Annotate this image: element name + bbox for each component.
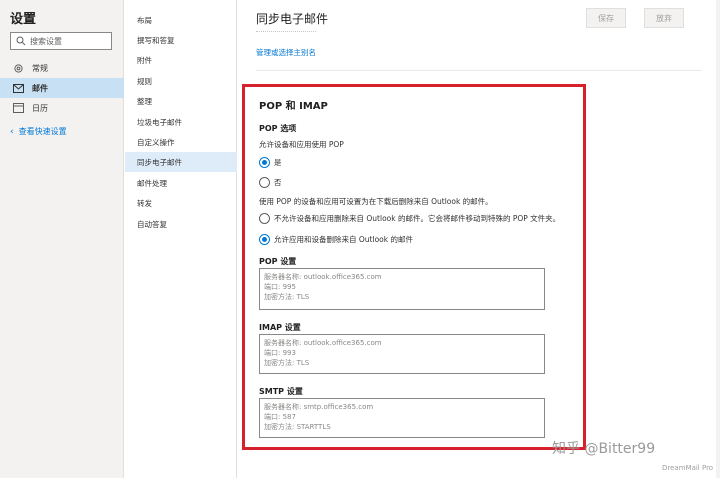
nav-item-sweep[interactable]: 整理	[125, 91, 237, 111]
allow-delete-radio[interactable]: 允许应用和设备删除来自 Outlook 的邮件	[259, 234, 413, 245]
pop-imap-heading: POP 和 IMAP	[259, 101, 328, 112]
brand-label: DreamMail Pro	[662, 464, 714, 472]
sidebar-item-general[interactable]: 常规	[0, 58, 124, 78]
clipped-content	[256, 30, 316, 32]
pop-yes-label: 是	[274, 158, 282, 167]
sidebar-item-label: 常规	[32, 63, 48, 73]
manage-alias-link[interactable]: 管理或选择主别名	[256, 47, 316, 58]
page-title: 同步电子邮件	[256, 12, 329, 26]
mail-settings-nav: 布局 撰写和答复 附件 规则 整理 垃圾电子邮件 自定义操作 同步电子邮件 邮件…	[125, 0, 237, 478]
pop-settings-box[interactable]: 服务器名称: outlook.office365.com 端口: 995 加密方…	[259, 268, 545, 310]
main-content: 同步电子邮件 保存 放弃 管理或选择主别名 POP 和 IMAP POP 选项 …	[238, 0, 720, 478]
quick-settings-label: 查看快速设置	[18, 127, 67, 136]
gear-icon	[12, 62, 24, 74]
section-divider	[256, 70, 702, 71]
nav-item-automatic-replies[interactable]: 自动答复	[125, 214, 237, 234]
imap-port: 端口: 993	[264, 349, 296, 357]
dont-allow-delete-radio[interactable]: 不允许设备和应用删除来自 Outlook 的邮件。它会将邮件移动到特殊的 POP…	[259, 213, 560, 224]
radio-selected-icon	[259, 157, 270, 168]
sidebar-item-calendar[interactable]: 日历	[0, 98, 124, 118]
save-button[interactable]: 保存	[586, 8, 626, 28]
smtp-settings-label: SMTP 设置	[259, 387, 303, 396]
nav-item-layout[interactable]: 布局	[125, 10, 237, 30]
nav-item-custom-actions[interactable]: 自定义操作	[125, 132, 237, 152]
radio-unselected-icon	[259, 177, 270, 188]
imap-server: 服务器名称: outlook.office365.com	[264, 339, 382, 347]
radio-unselected-icon	[259, 213, 270, 224]
discard-button[interactable]: 放弃	[644, 8, 684, 28]
pop-settings-label: POP 设置	[259, 257, 297, 266]
nav-item-junk-email[interactable]: 垃圾电子邮件	[125, 112, 237, 132]
smtp-encryption: 加密方法: STARTTLS	[264, 423, 331, 431]
pop-encryption: 加密方法: TLS	[264, 293, 310, 301]
sidebar-item-label: 邮件	[32, 83, 48, 93]
nav-item-rules[interactable]: 规则	[125, 71, 237, 91]
view-quick-settings-link[interactable]: ‹ 查看快速设置	[10, 126, 67, 137]
dont-allow-delete-label: 不允许设备和应用删除来自 Outlook 的邮件。它会将邮件移动到特殊的 POP…	[274, 214, 561, 223]
search-settings-input[interactable]: 搜索设置	[10, 32, 112, 50]
imap-encryption: 加密方法: TLS	[264, 359, 310, 367]
pop-delete-text: 使用 POP 的设备和应用可设置为在下载后删除来自 Outlook 的邮件。	[259, 197, 493, 206]
sidebar-item-mail[interactable]: 邮件	[0, 78, 124, 98]
mail-icon	[12, 82, 24, 94]
settings-left-pane: 设置 搜索设置 常规 邮件 日历 ‹ 查看快速设置	[0, 0, 124, 478]
smtp-port: 端口: 587	[264, 413, 296, 421]
pop-port: 端口: 995	[264, 283, 296, 291]
calendar-icon	[12, 102, 24, 114]
pop-server: 服务器名称: outlook.office365.com	[264, 273, 382, 281]
imap-settings-label: IMAP 设置	[259, 323, 301, 332]
smtp-settings-box[interactable]: 服务器名称: smtp.office365.com 端口: 587 加密方法: …	[259, 398, 545, 438]
pop-no-label: 否	[274, 178, 282, 187]
pop-yes-radio[interactable]: 是	[259, 157, 282, 168]
nav-item-attachments[interactable]: 附件	[125, 50, 237, 70]
watermark-text: 知乎 @Bitter99	[552, 441, 656, 457]
radio-selected-icon	[259, 234, 270, 245]
allow-pop-text: 允许设备和应用使用 POP	[259, 140, 344, 149]
pop-options-label: POP 选项	[259, 124, 297, 133]
search-icon	[16, 36, 26, 46]
nav-item-forwarding[interactable]: 转发	[125, 193, 237, 213]
pop-imap-section: POP 和 IMAP POP 选项 允许设备和应用使用 POP 是 否 使用 P…	[242, 84, 586, 450]
vertical-scrollbar[interactable]	[716, 0, 720, 478]
smtp-server: 服务器名称: smtp.office365.com	[264, 403, 374, 411]
nav-item-compose-reply[interactable]: 撰写和答复	[125, 30, 237, 50]
settings-title: 设置	[10, 12, 37, 27]
chevron-left-icon: ‹	[10, 126, 14, 137]
nav-item-message-handling[interactable]: 邮件处理	[125, 173, 237, 193]
pop-no-radio[interactable]: 否	[259, 177, 282, 188]
imap-settings-box[interactable]: 服务器名称: outlook.office365.com 端口: 993 加密方…	[259, 334, 545, 374]
sidebar-item-label: 日历	[32, 103, 48, 113]
allow-delete-label: 允许应用和设备删除来自 Outlook 的邮件	[274, 235, 413, 244]
nav-item-sync-email[interactable]: 同步电子邮件	[125, 152, 237, 172]
search-placeholder: 搜索设置	[30, 36, 62, 46]
